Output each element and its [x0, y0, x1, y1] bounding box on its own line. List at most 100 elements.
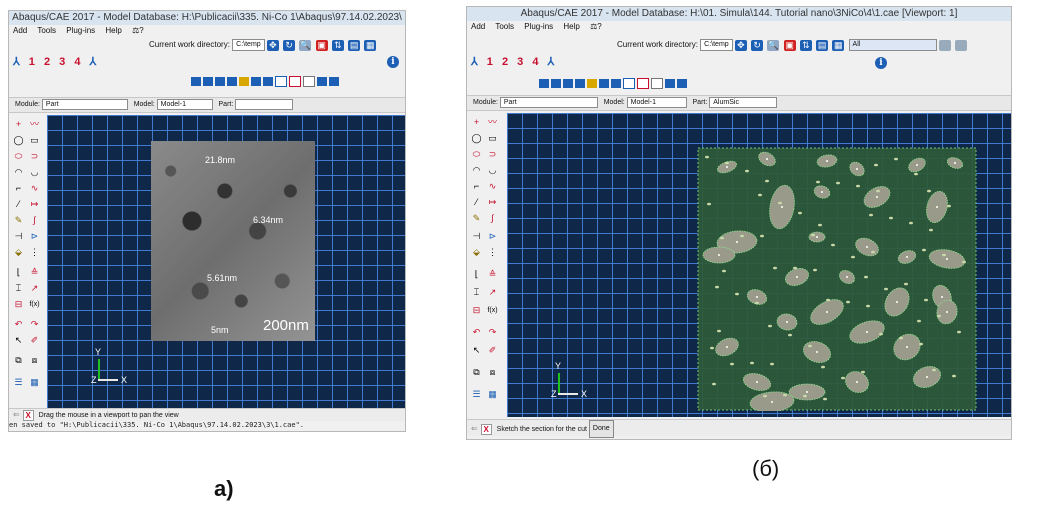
create-spline-icon[interactable]: 〰	[29, 119, 40, 130]
trim-icon[interactable]: ∿	[29, 183, 40, 194]
fillet-icon[interactable]: ⌐	[471, 181, 482, 192]
delete-icon[interactable]: ✐	[29, 335, 40, 346]
menu-plugins[interactable]: Plug-ins	[524, 22, 553, 31]
split-icon[interactable]: ⊣	[13, 231, 24, 242]
selection-options-icon[interactable]	[955, 39, 968, 51]
table-icon[interactable]: ▦	[487, 389, 498, 400]
redo-icon[interactable]: ↷	[487, 327, 498, 338]
auto-trim-icon[interactable]: ∫	[487, 213, 498, 224]
list-icon[interactable]: ☰	[13, 377, 24, 388]
model-select[interactable]: Model-1	[156, 98, 213, 110]
selection-icon[interactable]	[938, 39, 951, 51]
create-point-icon[interactable]: +	[471, 117, 482, 128]
project-edges-icon[interactable]: ⌊	[13, 267, 24, 278]
menu-tools[interactable]: Tools	[495, 22, 514, 31]
menu-help[interactable]: Help	[105, 26, 121, 35]
mirror-icon[interactable]: ⊳	[29, 231, 40, 242]
info-icon[interactable]: i	[875, 57, 887, 69]
cycle-view-icon[interactable]: ⇅	[799, 39, 812, 51]
part-select[interactable]	[235, 98, 294, 110]
model-select[interactable]: Model-1	[626, 96, 687, 108]
copy-icon[interactable]: ↗	[29, 283, 40, 294]
pan-icon[interactable]: ✥	[266, 39, 279, 51]
step-4[interactable]: 4	[532, 56, 538, 68]
create-point-icon[interactable]: +	[13, 119, 24, 130]
pan-icon[interactable]: ✥	[734, 39, 747, 51]
copy-icon[interactable]: ↗	[487, 287, 498, 298]
zoom-icon[interactable]: 🔍	[299, 39, 312, 51]
step-3[interactable]: 3	[517, 56, 523, 68]
undo-icon[interactable]: ↶	[13, 319, 24, 330]
step-1[interactable]: 1	[487, 56, 493, 68]
step-1[interactable]: 1	[29, 56, 35, 68]
cancel-icon[interactable]: X	[480, 423, 492, 435]
line-icon[interactable]: ⁄	[471, 197, 482, 208]
grid-options-icon[interactable]: ⧈	[487, 367, 498, 378]
render-icon[interactable]: ▤	[348, 39, 361, 51]
construction-icon[interactable]: ⌶	[13, 283, 24, 294]
select-icon[interactable]: ↖	[13, 335, 24, 346]
step-4[interactable]: 4	[74, 56, 80, 68]
rotate-icon[interactable]: ↻	[751, 39, 764, 51]
project-edges-icon[interactable]: ⌊	[471, 269, 482, 280]
menu-add[interactable]: Add	[471, 22, 485, 31]
viewport-b[interactable]: Y Z X	[507, 113, 1011, 417]
fit-view-icon[interactable]: ▣	[315, 39, 328, 51]
select-icon[interactable]: ↖	[471, 345, 482, 356]
linear-pattern-icon[interactable]: ⋮	[487, 247, 498, 258]
function-icon[interactable]: f(x)	[29, 299, 40, 310]
undo-icon[interactable]: ↶	[471, 327, 482, 338]
ellipse-icon[interactable]: ⬭	[13, 151, 24, 162]
viewport-a[interactable]: 21.8nm 6.34nm 5.61nm 5nm 200nm Y Z X	[47, 115, 405, 408]
offset-icon[interactable]: ⊃	[487, 149, 498, 160]
edit-dimension-icon[interactable]: ✎	[471, 213, 482, 224]
function-icon[interactable]: f(x)	[487, 305, 498, 316]
reference-icon[interactable]: ≙	[29, 267, 40, 278]
ellipse-icon[interactable]: ⬭	[471, 149, 482, 160]
line-icon[interactable]: ⁄	[13, 199, 24, 210]
redo-icon[interactable]: ↷	[29, 319, 40, 330]
grid-options-icon[interactable]: ⧈	[29, 355, 40, 366]
trim-icon[interactable]: ∿	[487, 181, 498, 192]
linear-pattern-icon[interactable]: ⋮	[29, 247, 40, 258]
cwd-select[interactable]: C:\temp	[700, 39, 733, 51]
render-icon[interactable]: ▤	[816, 39, 829, 51]
arc-tangent-icon[interactable]: ◡	[487, 165, 498, 176]
fit-view-icon[interactable]: ▣	[783, 39, 796, 51]
cycle-view-icon[interactable]: ⇅	[331, 39, 344, 51]
create-spline-icon[interactable]: 〰	[487, 117, 498, 128]
split-icon[interactable]: ⊣	[471, 231, 482, 242]
info-icon[interactable]: i	[387, 56, 399, 68]
module-select[interactable]: Part	[499, 96, 598, 108]
sketch-options-icon[interactable]: ⧉	[471, 367, 482, 378]
menu-plugins[interactable]: Plug-ins	[66, 26, 95, 35]
menu-help[interactable]: Help	[563, 22, 579, 31]
edit-dimension-icon[interactable]: ✎	[13, 215, 24, 226]
print-icon[interactable]: ▦	[832, 39, 845, 51]
rectangle-icon[interactable]: ▭	[29, 135, 40, 146]
offset-icon[interactable]: ⊃	[29, 151, 40, 162]
zoom-icon[interactable]: 🔍	[767, 39, 780, 51]
sketch-options-icon[interactable]: ⧉	[13, 355, 24, 366]
back-arrow-icon[interactable]: ⇐	[13, 409, 20, 421]
back-arrow-icon[interactable]: ⇐	[471, 421, 478, 437]
construction-icon[interactable]: ⌶	[471, 287, 482, 298]
parameter-icon[interactable]: ⊟	[13, 299, 24, 310]
context-help-icon[interactable]: ⚖?	[132, 26, 144, 35]
auto-trim-icon[interactable]: ∫	[29, 215, 40, 226]
menu-add[interactable]: Add	[13, 26, 27, 35]
step-2[interactable]: 2	[44, 56, 50, 68]
reference-icon[interactable]: ≙	[487, 269, 498, 280]
rectangle-icon[interactable]: ▭	[487, 133, 498, 144]
translate-icon[interactable]: ⬙	[471, 247, 482, 258]
part-select[interactable]: AlumSic	[709, 96, 778, 108]
cancel-icon[interactable]: X	[22, 409, 34, 421]
parameter-icon[interactable]: ⊟	[471, 305, 482, 316]
circle-icon[interactable]: ◯	[471, 133, 482, 144]
fillet-icon[interactable]: ⌐	[13, 183, 24, 194]
context-help-icon[interactable]: ⚖?	[590, 22, 602, 31]
done-button[interactable]: Done	[588, 420, 614, 438]
cwd-select[interactable]: C:\temp	[232, 39, 265, 51]
module-select[interactable]: Part	[41, 98, 128, 110]
list-icon[interactable]: ☰	[471, 389, 482, 400]
